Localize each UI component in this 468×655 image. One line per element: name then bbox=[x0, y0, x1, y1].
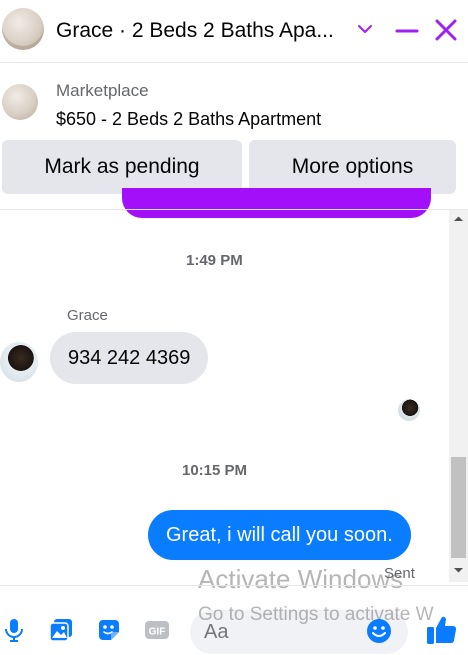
gallery-icon[interactable] bbox=[47, 616, 75, 644]
activate-windows-watermark: Activate Windows bbox=[198, 564, 404, 594]
incoming-message[interactable]: 934 242 4369 bbox=[50, 332, 209, 384]
gif-icon[interactable]: GIF bbox=[143, 616, 171, 644]
listing-avatar[interactable] bbox=[2, 8, 44, 50]
emoji-icon[interactable] bbox=[365, 617, 393, 645]
timestamp: 1:49 PM bbox=[186, 252, 243, 269]
sticker-icon[interactable] bbox=[95, 616, 123, 644]
listing-thumbnail[interactable] bbox=[2, 84, 38, 120]
thumbs-up-icon[interactable] bbox=[424, 613, 458, 647]
marketplace-label: Marketplace bbox=[56, 81, 149, 100]
composer-divider bbox=[0, 585, 468, 586]
microphone-icon[interactable] bbox=[0, 616, 28, 644]
banner-divider bbox=[0, 209, 468, 210]
sender-avatar[interactable] bbox=[0, 342, 38, 382]
close-icon[interactable] bbox=[432, 16, 460, 44]
chat-title[interactable]: Grace · 2 Beds 2 Baths Apa... bbox=[56, 19, 334, 43]
read-receipt-avatar bbox=[398, 399, 420, 421]
mark-as-pending-button[interactable]: Mark as pending bbox=[2, 140, 242, 194]
chevron-down-icon[interactable] bbox=[356, 20, 374, 38]
activate-windows-hint: Go to Settings to activate W bbox=[198, 604, 434, 625]
previous-message-bubble[interactable] bbox=[122, 188, 431, 218]
timestamp: 10:15 PM bbox=[182, 462, 248, 479]
more-options-button[interactable]: More options bbox=[249, 140, 456, 194]
outgoing-message[interactable]: Great, i will call you soon. bbox=[148, 510, 411, 560]
scroll-up-arrow-icon[interactable] bbox=[449, 212, 468, 226]
scroll-down-arrow-icon[interactable] bbox=[449, 563, 468, 577]
svg-text:GIF: GIF bbox=[149, 627, 166, 638]
scrollbar-thumb[interactable] bbox=[451, 457, 466, 558]
minimize-icon[interactable] bbox=[394, 18, 420, 44]
message-status: Sent bbox=[384, 565, 415, 582]
listing-title[interactable]: $650 - 2 Beds 2 Baths Apartment bbox=[56, 109, 321, 130]
sender-name: Grace bbox=[67, 307, 108, 324]
